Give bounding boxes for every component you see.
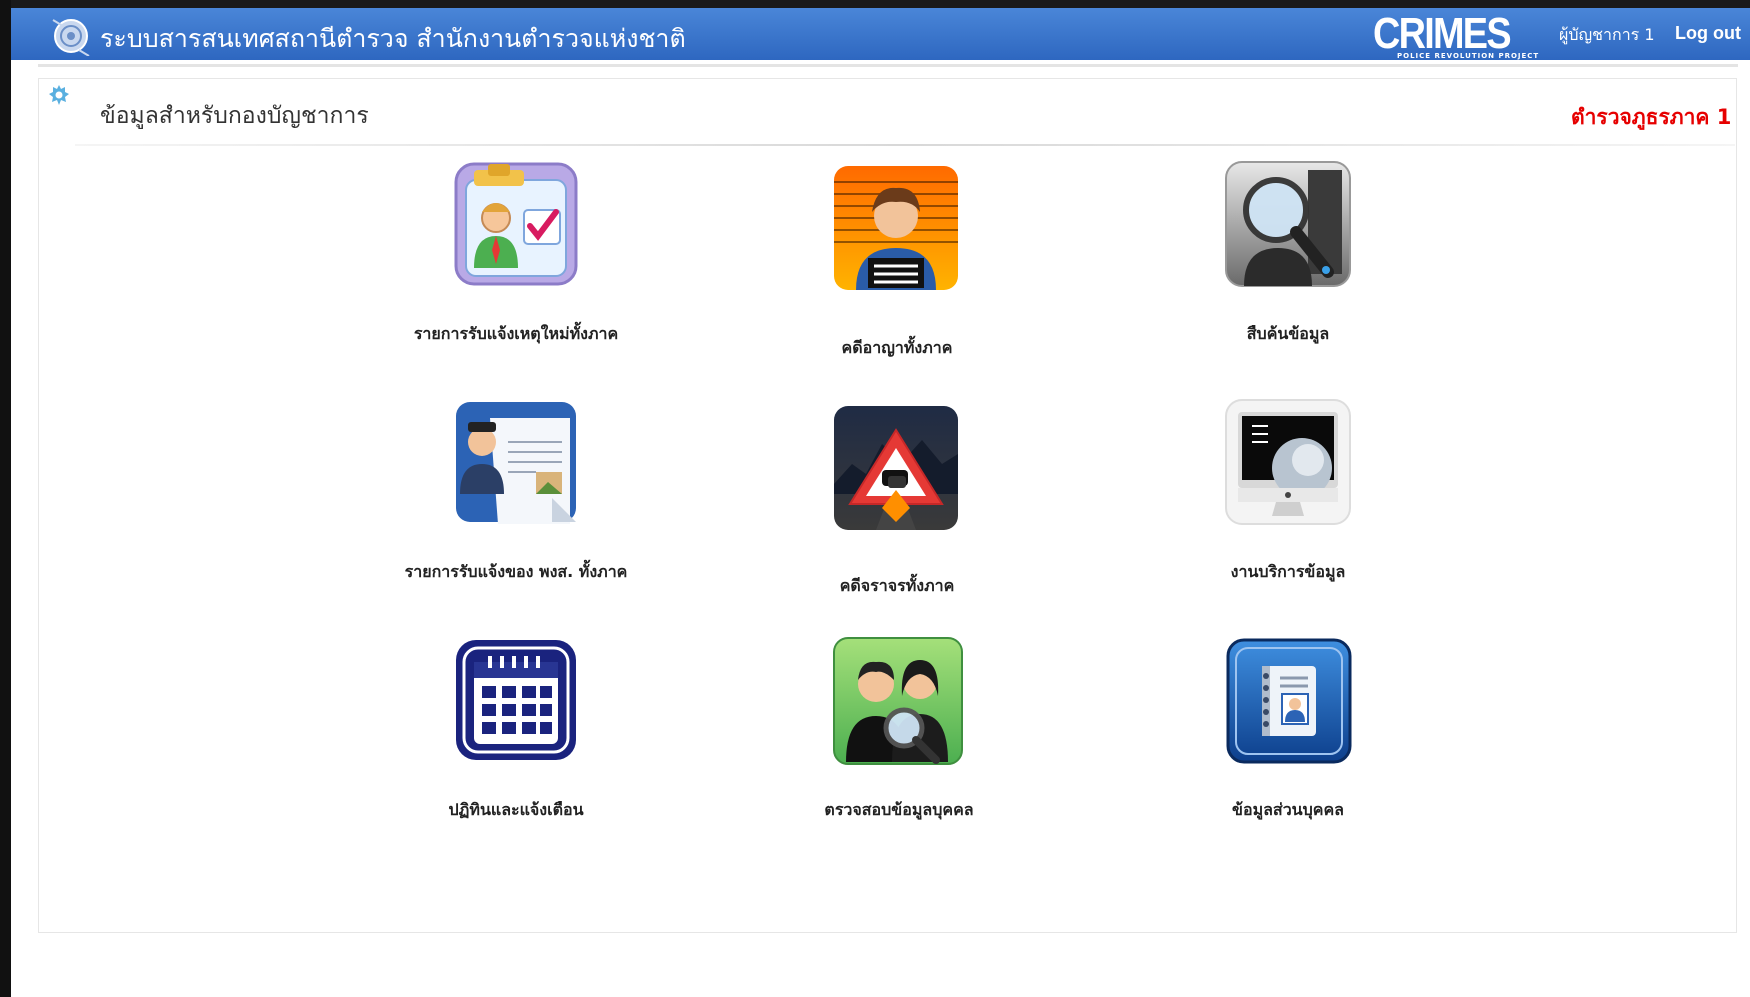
tile-traffic-cases-label[interactable]: คดีจราจรทั้งภาค xyxy=(840,574,955,599)
tile-data-service-label[interactable]: งานบริการข้อมูล xyxy=(1231,560,1346,585)
tile-criminal-cases-label[interactable]: คดีอาญาทั้งภาค xyxy=(842,336,953,361)
officer-document-icon xyxy=(456,402,576,524)
tile-data-service[interactable] xyxy=(1224,398,1352,526)
tile-person-check-label[interactable]: ตรวจสอบข้อมูลบุคคล xyxy=(824,798,973,823)
window-frame-top xyxy=(0,0,1750,8)
suspect-mugshot-icon xyxy=(834,166,958,290)
tile-new-reports[interactable] xyxy=(452,160,580,288)
crimes-logo-subtext: POLICE REVOLUTION PROJECT xyxy=(1397,52,1540,60)
tile-investigator-reports[interactable] xyxy=(452,398,580,526)
panel-title: ข้อมูลสำหรับกองบัญชาการ xyxy=(100,103,369,129)
magnifier-search-icon xyxy=(1225,161,1351,287)
logout-link[interactable]: Log out xyxy=(1675,23,1741,44)
police-seal-icon xyxy=(52,19,90,56)
tile-person-check[interactable] xyxy=(832,636,964,766)
person-search-icon xyxy=(833,637,963,765)
tile-investigator-reports-label[interactable]: รายการรับแจ้งของ พงส. ทั้งภาค xyxy=(405,560,628,585)
tile-personal-info[interactable] xyxy=(1226,638,1352,764)
tile-calendar-label[interactable]: ปฏิทินและแจ้งเตือน xyxy=(449,798,584,823)
tile-calendar[interactable] xyxy=(452,636,580,764)
window-frame-left xyxy=(0,0,11,997)
panel-divider xyxy=(75,144,1735,146)
header-divider xyxy=(38,64,1738,67)
tile-personal-info-label[interactable]: ข้อมูลส่วนบุคคล xyxy=(1232,798,1344,823)
tile-search[interactable] xyxy=(1224,160,1352,288)
crimes-logo: CRIMES xyxy=(1373,9,1512,58)
region-label: ตำรวจภูธรภาค 1 xyxy=(1571,105,1732,129)
calendar-icon xyxy=(456,640,576,760)
computer-monitor-icon xyxy=(1225,399,1351,525)
tile-search-label[interactable]: สืบค้นข้อมูล xyxy=(1247,322,1329,347)
app-header: ระบบสารสนเทศสถานีตำรวจ สำนักงานตำรวจแห่ง… xyxy=(11,8,1750,60)
tile-traffic-cases[interactable] xyxy=(832,404,960,532)
current-user-label: ผู้บัญชาการ 1 xyxy=(1559,25,1655,44)
traffic-warning-icon xyxy=(834,406,958,530)
address-book-icon xyxy=(1226,638,1352,764)
tile-new-reports-label[interactable]: รายการรับแจ้งเหตุใหม่ทั้งภาค xyxy=(414,322,618,347)
report-checklist-icon xyxy=(454,162,578,286)
tile-criminal-cases[interactable] xyxy=(832,164,960,292)
app-title: ระบบสารสนเทศสถานีตำรวจ สำนักงานตำรวจแห่ง… xyxy=(100,24,686,53)
gear-icon xyxy=(49,85,69,105)
